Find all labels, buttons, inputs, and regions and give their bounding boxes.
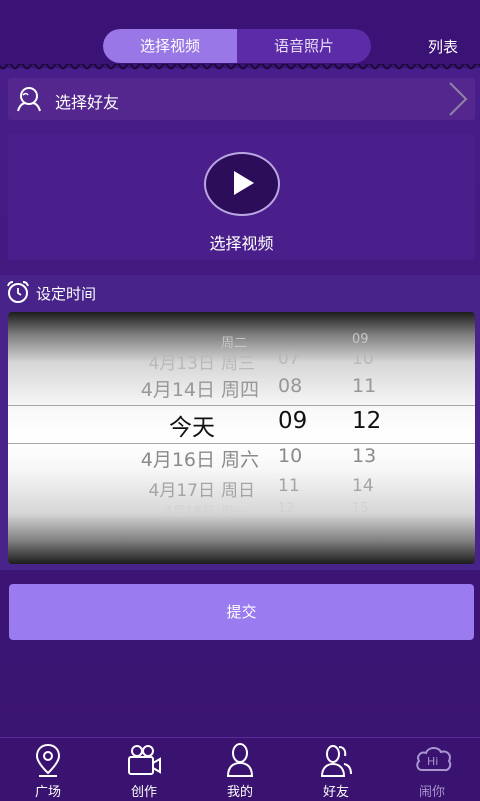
nav-item-create[interactable]: 创作 bbox=[96, 738, 192, 801]
user-search-icon bbox=[17, 87, 41, 112]
play-icon bbox=[234, 171, 254, 195]
picker-hour-cell: 08 bbox=[278, 375, 303, 397]
picker-hour-cell: 10 bbox=[278, 445, 303, 467]
picker-minute-cell: 09 bbox=[352, 332, 369, 347]
nav-item-wake[interactable]: Hi 闹你 bbox=[384, 738, 480, 801]
chevron-right-icon bbox=[449, 82, 468, 116]
nav-label: 我的 bbox=[226, 785, 253, 800]
picker-selection-line-bottom bbox=[8, 443, 475, 444]
picker-date-cell: 4月17日 bbox=[148, 481, 215, 501]
picker-minute-cell: 15 bbox=[352, 501, 369, 516]
picker-date-cell: 4月13日 bbox=[148, 354, 215, 374]
picker-date-cell: 4月18日 bbox=[164, 505, 215, 520]
hi-bubble-icon: Hi bbox=[416, 747, 452, 772]
picker-hour-cell: 09 bbox=[278, 408, 308, 434]
person-icon bbox=[226, 743, 254, 777]
nav-item-friends[interactable]: 好友 bbox=[288, 738, 384, 801]
date-time-picker[interactable]: 周二 09 4月13日 周三 07 10 4月14日 周四 08 11 今天 09 12 4月16日 周六 1… bbox=[8, 312, 475, 564]
friends-icon bbox=[320, 745, 352, 777]
picker-weekday-cell: 周三 bbox=[221, 354, 255, 374]
select-friend-row[interactable]: 选择好友 bbox=[8, 78, 475, 120]
picker-minute-cell: 12 bbox=[352, 408, 382, 434]
select-video-label: 选择视频 bbox=[209, 234, 274, 253]
picker-minute-cell: 13 bbox=[352, 445, 377, 467]
picker-hour-cell: 12 bbox=[278, 501, 295, 516]
picker-weekday-cell: 周日 bbox=[221, 481, 255, 501]
picker-date-cell: 4月14日 bbox=[140, 379, 215, 401]
top-bar: 选择视频 语音照片 列表 bbox=[0, 0, 480, 70]
wavy-divider bbox=[0, 64, 480, 70]
bottom-nav: 广场 创作 我的 好友 Hi 闹你 bbox=[0, 737, 480, 801]
nav-label: 好友 bbox=[322, 785, 349, 800]
video-camera-icon bbox=[128, 745, 161, 775]
picker-minute-cell: 14 bbox=[352, 476, 374, 496]
nav-item-mine[interactable]: 我的 bbox=[192, 738, 288, 801]
picker-minute-cell: 10 bbox=[352, 349, 374, 369]
nav-label: 广场 bbox=[34, 785, 61, 800]
select-video-card[interactable]: 选择视频 bbox=[8, 134, 475, 260]
nav-label: 闹你 bbox=[418, 785, 445, 800]
nav-label: 创作 bbox=[130, 785, 157, 800]
tab-select-video[interactable]: 选择视频 bbox=[103, 29, 237, 63]
picker-weekday-cell: 周六 bbox=[221, 449, 260, 471]
mode-segmented-control: 选择视频 语音照片 bbox=[103, 29, 371, 63]
picker-minute-cell: 11 bbox=[352, 375, 377, 397]
picker-weekday-cell: 周一 bbox=[221, 505, 248, 520]
list-button[interactable]: 列表 bbox=[428, 36, 458, 57]
nav-item-square[interactable]: 广场 bbox=[0, 738, 96, 801]
play-button[interactable] bbox=[204, 152, 280, 216]
alarm-clock-icon bbox=[7, 281, 29, 303]
picker-hour-cell: 11 bbox=[278, 476, 300, 496]
tab-voice-photo[interactable]: 语音照片 bbox=[237, 29, 371, 63]
picker-selection-line-top bbox=[8, 405, 475, 406]
picker-date-cell: 今天 bbox=[169, 415, 215, 441]
set-time-label: 设定时间 bbox=[36, 285, 97, 303]
select-friend-label: 选择好友 bbox=[55, 93, 120, 112]
picker-weekday-cell: 周四 bbox=[221, 379, 260, 401]
picker-date-cell: 4月16日 bbox=[140, 449, 215, 471]
svg-text:Hi: Hi bbox=[427, 755, 438, 768]
submit-button[interactable]: 提交 bbox=[9, 584, 474, 640]
location-pin-icon bbox=[35, 743, 61, 777]
picker-hour-cell: 07 bbox=[278, 349, 300, 369]
